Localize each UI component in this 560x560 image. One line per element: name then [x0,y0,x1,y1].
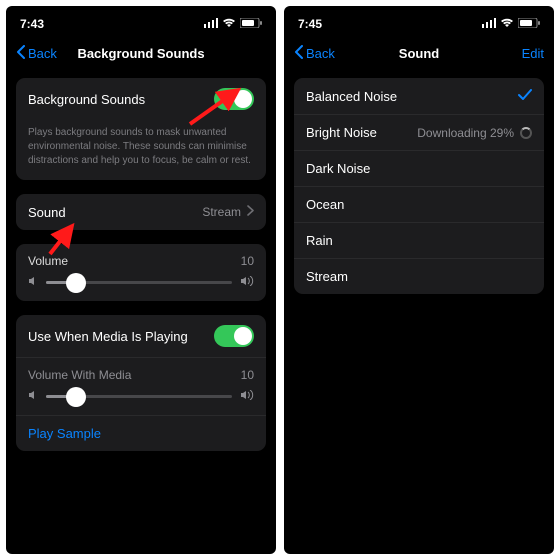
item-label: Stream [306,269,348,284]
bg-sounds-toggle-row[interactable]: Background Sounds [16,78,266,120]
sound-card: Sound Stream [16,194,266,230]
sound-label: Sound [28,205,66,220]
content: Balanced Noise Bright Noise Downloading … [284,70,554,302]
screen-background-sounds: 7:43 Back Background Sounds Background [6,6,276,554]
speaker-low-icon [28,390,38,403]
item-label: Dark Noise [306,161,370,176]
back-button[interactable]: Back [294,45,335,62]
sound-item-rain[interactable]: Rain [294,222,544,258]
status-time: 7:43 [20,17,44,31]
back-label: Back [306,46,335,61]
slider-track[interactable] [46,281,232,284]
edit-button[interactable]: Edit [522,46,544,61]
download-text: Downloading 29% [417,126,514,140]
media-volume-row: Volume With Media 10 [16,357,266,415]
speaker-high-icon [240,276,254,289]
sound-value-group: Stream [202,205,254,219]
media-card: Use When Media Is Playing Volume With Me… [16,315,266,451]
slider-thumb[interactable] [66,387,86,407]
wifi-icon [222,17,236,31]
signal-icon [482,17,496,31]
slider-track[interactable] [46,395,232,398]
battery-icon [518,17,540,31]
media-volume-label: Volume With Media [28,368,131,382]
sound-list: Balanced Noise Bright Noise Downloading … [294,78,544,294]
speaker-high-icon [240,390,254,403]
chevron-left-icon [16,45,26,62]
chevron-right-icon [247,205,254,219]
speaker-low-icon [28,276,38,289]
sound-item-bright-noise[interactable]: Bright Noise Downloading 29% [294,114,544,150]
item-label: Bright Noise [306,125,377,140]
sound-item-stream[interactable]: Stream [294,258,544,294]
bg-sounds-label: Background Sounds [28,92,145,107]
signal-icon [204,17,218,31]
media-volume-value: 10 [241,368,254,382]
status-time: 7:45 [298,17,322,31]
bg-sounds-card: Background Sounds Plays background sound… [16,78,266,180]
play-sample-button[interactable]: Play Sample [16,415,266,451]
bg-sounds-description: Plays background sounds to mask unwanted… [16,120,266,180]
back-label: Back [28,46,57,61]
media-toggle[interactable] [214,325,254,347]
sound-row[interactable]: Sound Stream [16,194,266,230]
status-bar: 7:45 [284,6,554,36]
item-label: Rain [306,233,333,248]
status-bar: 7:43 [6,6,276,36]
sound-item-dark-noise[interactable]: Dark Noise [294,150,544,186]
screen-sound: 7:45 Back Sound Edit Balanced Noise [284,6,554,554]
bg-sounds-toggle[interactable] [214,88,254,110]
sound-item-balanced-noise[interactable]: Balanced Noise [294,78,544,114]
chevron-left-icon [294,45,304,62]
item-label: Balanced Noise [306,89,397,104]
nav-bar: Back Sound Edit [284,36,554,70]
slider-thumb[interactable] [66,273,86,293]
battery-icon [240,17,262,31]
nav-bar: Back Background Sounds [6,36,276,70]
status-icons [482,17,540,31]
volume-value: 10 [241,254,254,268]
volume-slider-row: Volume 10 [16,244,266,301]
item-label: Ocean [306,197,344,212]
download-status: Downloading 29% [417,126,532,140]
content: Background Sounds Plays background sound… [6,70,276,459]
wifi-icon [500,17,514,31]
check-icon [518,89,532,104]
back-button[interactable]: Back [16,45,57,62]
media-label: Use When Media Is Playing [28,329,188,344]
media-toggle-row[interactable]: Use When Media Is Playing [16,315,266,357]
status-icons [204,17,262,31]
media-volume-slider[interactable] [28,390,254,403]
spinner-icon [520,127,532,139]
volume-slider[interactable] [28,276,254,289]
volume-label: Volume [28,254,68,268]
sound-item-ocean[interactable]: Ocean [294,186,544,222]
volume-card: Volume 10 [16,244,266,301]
sound-value: Stream [202,205,241,219]
